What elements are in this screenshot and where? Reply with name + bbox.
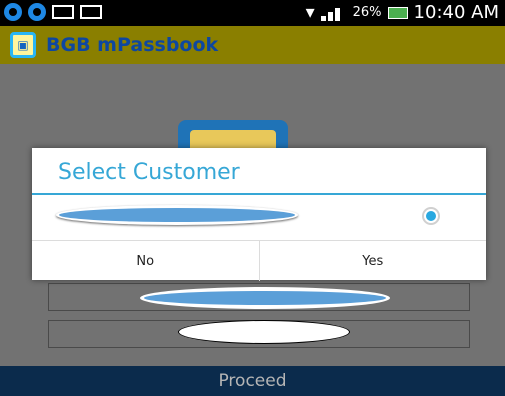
image-icon bbox=[52, 5, 74, 19]
app-title: BGB mPassbook bbox=[46, 34, 219, 56]
app-header: ▣ BGB mPassbook bbox=[0, 26, 505, 64]
bank-logo-icon: ▣ bbox=[10, 32, 36, 58]
notification-icons bbox=[4, 3, 102, 21]
customer-name-redacted[interactable] bbox=[56, 205, 298, 225]
battery-percent: 26% bbox=[352, 5, 382, 20]
wifi-icon: ▾ bbox=[305, 2, 315, 23]
redacted-value bbox=[140, 287, 390, 309]
no-button[interactable]: No bbox=[32, 241, 259, 281]
select-customer-dialog: Select Customer No Yes bbox=[32, 148, 486, 281]
customer-radio-button[interactable] bbox=[422, 207, 440, 225]
system-indicators: ▾ 26% 10:40 AM bbox=[306, 2, 499, 23]
proceed-button[interactable]: Proceed bbox=[0, 366, 505, 396]
redacted-value bbox=[178, 320, 350, 344]
battery-icon bbox=[387, 6, 408, 19]
clock: 10:40 AM bbox=[413, 2, 499, 23]
dialog-divider bbox=[32, 193, 486, 195]
status-bar: ▾ 26% 10:40 AM bbox=[0, 0, 505, 26]
app-notification-icon bbox=[4, 3, 22, 21]
dialog-title: Select Customer bbox=[58, 160, 240, 185]
signal-icon bbox=[320, 5, 347, 21]
yes-button[interactable]: Yes bbox=[258, 241, 487, 281]
missed-call-icon bbox=[80, 5, 102, 19]
app-notification-icon bbox=[28, 3, 46, 21]
dialog-button-row: No Yes bbox=[32, 240, 486, 281]
